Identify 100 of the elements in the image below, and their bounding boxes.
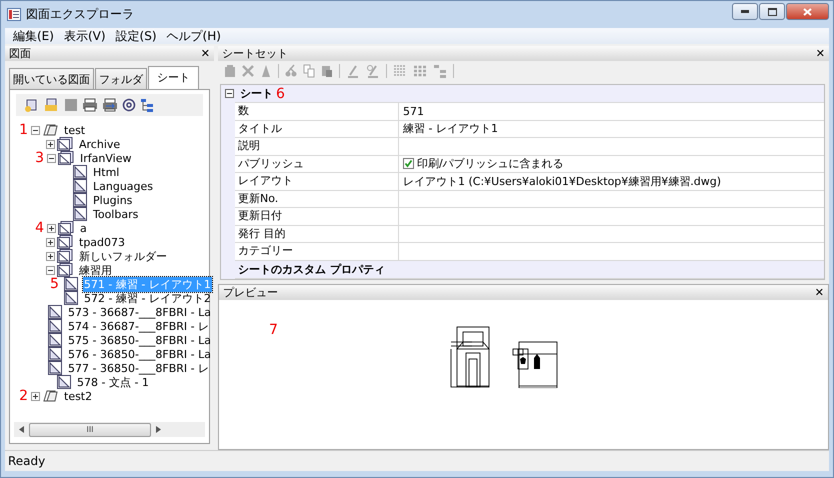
window-title: 図面エクスプローラ (26, 6, 134, 23)
panel-title: 図面 (9, 46, 31, 61)
tree-item[interactable]: a (79, 222, 88, 234)
checkbox[interactable] (403, 158, 414, 170)
maximize-icon (768, 8, 776, 16)
close-panel-button[interactable]: ✕ (816, 47, 825, 60)
sheet-folder-icon (58, 151, 74, 165)
close-icon (803, 8, 812, 16)
expander-icon[interactable] (46, 238, 55, 246)
tree-item[interactable]: 574 - 36687-___8FBRI - レ (67, 318, 210, 334)
tree-item[interactable]: IrfanView (79, 152, 132, 164)
tree-item[interactable]: 新しいフォルダー (78, 248, 168, 264)
callout-number: 2 (18, 388, 28, 404)
tree-item[interactable]: 573 - 36687-___8FBRI - La (67, 306, 212, 318)
property-value: レイアウト1 (C:¥Users¥aloki01¥Desktop¥練習用¥練習.dwg) (403, 174, 722, 189)
sheet-icon (64, 291, 78, 305)
tree-item[interactable]: Html (92, 166, 120, 178)
close-panel-button[interactable]: ✕ (200, 47, 210, 60)
tree-view-icon (140, 98, 154, 112)
maximize-button[interactable] (759, 3, 785, 20)
open-sheetset-icon (44, 98, 60, 112)
expander-icon[interactable] (46, 140, 55, 148)
sheet-icon (57, 375, 71, 389)
cut-icon (285, 64, 297, 78)
expander-icon[interactable] (46, 252, 55, 260)
callout-number: 6 (276, 86, 285, 102)
close-panel-button[interactable]: ✕ (814, 286, 824, 298)
list-view-icon (393, 64, 407, 78)
horizontal-scrollbar[interactable]: III (14, 422, 205, 437)
printer-icon (82, 98, 98, 112)
sheet-icon (48, 333, 62, 347)
delete-icon (242, 64, 254, 78)
sheet-icon (48, 361, 62, 375)
tree-item[interactable]: 577 - 36850-___8FBRI - レ (67, 360, 210, 376)
sheet-icon (48, 319, 62, 333)
sheet-icon (73, 179, 87, 193)
sheet-folder-icon (57, 137, 73, 151)
callout-number: 1 (18, 122, 28, 138)
minimize-button[interactable] (732, 3, 758, 20)
tree-item[interactable]: 572 - 練習 - レイアウト2 (83, 290, 212, 306)
expander-icon[interactable] (31, 392, 40, 400)
scroll-left-icon[interactable] (19, 426, 24, 433)
sheet-icon (73, 207, 87, 221)
sheet-icon (73, 165, 87, 179)
panel-title: プレビュー (223, 284, 278, 300)
checkbox-label: 印刷/パブリッシュに含まれる (417, 156, 564, 172)
tree-item[interactable]: Archive (78, 138, 122, 150)
tree-item[interactable]: 576 - 36850-___8FBRI - La (67, 348, 212, 360)
app-icon (7, 8, 21, 21)
tab[interactable]: フォルダ (95, 68, 147, 89)
tree-item[interactable]: 578 - 文点 - 1 (76, 374, 150, 390)
panel-title: シートセット (222, 46, 288, 61)
property-value: 571 (403, 104, 424, 118)
sheet-icon (73, 193, 87, 207)
tree-item[interactable]: test2 (63, 390, 94, 402)
expander-icon[interactable] (46, 266, 55, 274)
property-name: カテゴリー (235, 243, 399, 260)
sheet-folder-icon (57, 249, 73, 263)
publish-printer-icon (102, 98, 118, 112)
tab[interactable]: 開いている図面 (9, 68, 94, 89)
callout-number: 5 (50, 276, 59, 292)
expander-icon[interactable] (31, 126, 40, 134)
sheet-icon (64, 277, 78, 291)
triangle-icon (260, 64, 272, 78)
tab[interactable]: シート (148, 66, 199, 89)
sheet-icon (48, 305, 62, 319)
tree-item[interactable]: test (63, 124, 86, 136)
property-value: 練習 - レイアウト1 (403, 121, 498, 136)
square-icon (64, 98, 78, 112)
sheet-folder-icon (57, 263, 73, 277)
scrollbar-thumb[interactable]: III (29, 422, 151, 436)
callout-number: 3 (34, 150, 44, 166)
menu-item[interactable]: 表示(V) (64, 28, 106, 44)
section-title: シートのカスタム プロパティ (235, 260, 824, 278)
expander-icon[interactable] (225, 89, 234, 98)
tree-item[interactable]: Toolbars (92, 208, 140, 220)
copy-icon (303, 64, 315, 78)
sheet-icon (48, 347, 62, 361)
tree-item[interactable]: 575 - 36850-___8FBRI - La (67, 334, 212, 346)
menu-item[interactable]: 設定(S) (116, 28, 157, 44)
sheet-folder-icon (58, 221, 74, 235)
close-button[interactable] (786, 3, 829, 20)
minimize-icon (741, 10, 749, 13)
callout-number: 7 (269, 322, 278, 338)
binder-icon (42, 123, 58, 137)
tree-item[interactable]: 練習用 (78, 262, 113, 278)
binder-icon (42, 389, 58, 403)
tree-item[interactable]: Languages (92, 180, 154, 192)
grid-view-icon (413, 64, 427, 78)
expander-icon[interactable] (47, 154, 56, 162)
menu-item[interactable]: 編集(E) (13, 28, 54, 44)
status-text: Ready (8, 454, 46, 468)
expander-icon[interactable] (47, 224, 56, 232)
sheet-folder-icon (57, 235, 73, 249)
tree-item[interactable]: Plugins (92, 194, 134, 206)
pen-settings-icon (366, 64, 380, 78)
menu-item[interactable]: ヘルプ(H) (166, 28, 221, 44)
callout-number: 4 (34, 220, 44, 236)
scroll-right-icon[interactable] (156, 426, 161, 433)
tree-item[interactable]: tpad073 (78, 236, 126, 248)
